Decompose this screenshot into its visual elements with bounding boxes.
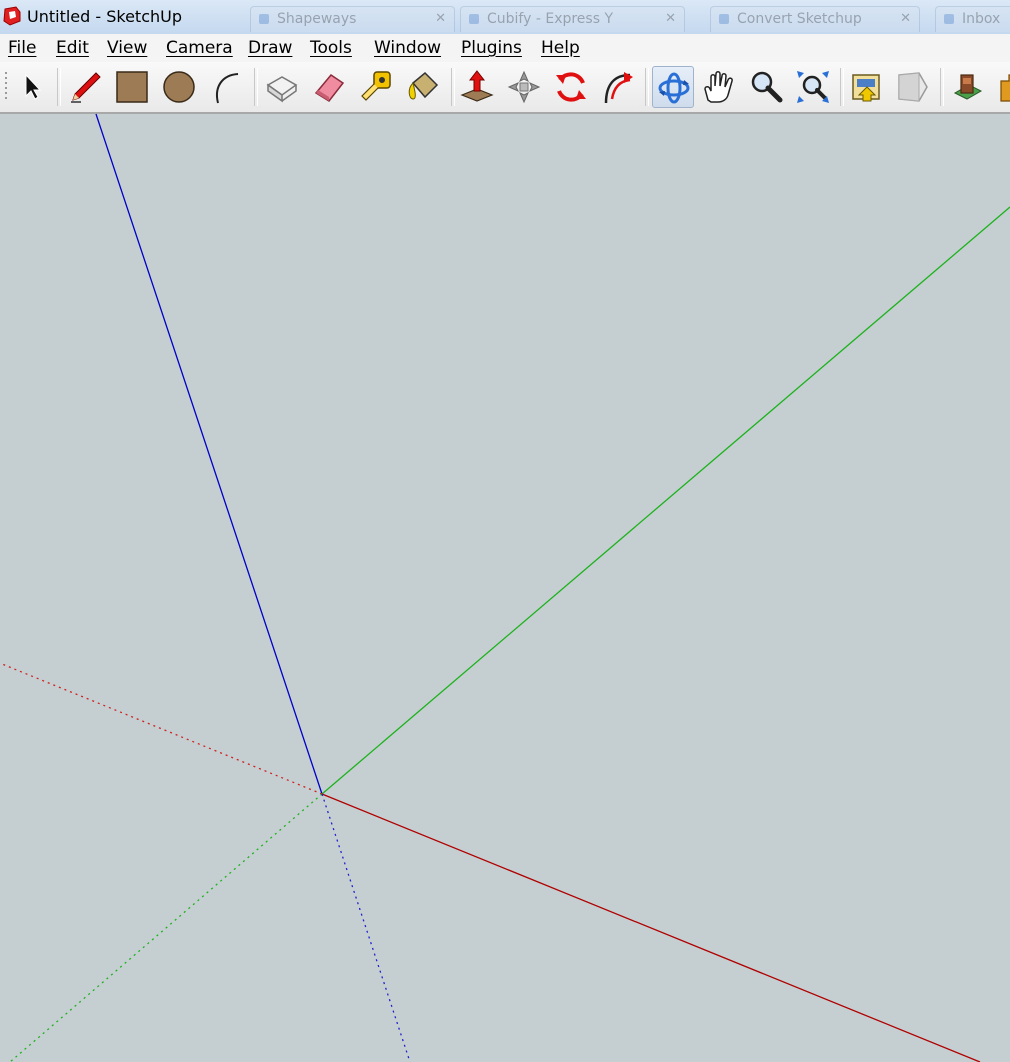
tab-favicon-icon	[719, 14, 729, 24]
tape-measure-tool-button[interactable]	[355, 66, 397, 108]
background-tab[interactable]: Cubify - Express Y ✕	[460, 6, 685, 32]
tab-close-icon[interactable]: ✕	[435, 11, 446, 26]
toolbar	[0, 62, 1010, 114]
tab-favicon-icon	[944, 14, 954, 24]
menu-edit[interactable]: Edit	[56, 38, 89, 58]
push-pull-icon	[460, 70, 494, 102]
get-photo-texture-button[interactable]	[992, 66, 1010, 108]
background-tab[interactable]: Inbox	[935, 6, 1010, 32]
toolbar-grip[interactable]	[4, 70, 8, 104]
rectangle-tool-button[interactable]	[111, 66, 153, 108]
background-tab-label: Shapeways	[277, 11, 357, 27]
circle-icon	[163, 71, 195, 103]
menu-tools[interactable]: Tools	[310, 38, 352, 58]
menu-camera[interactable]: Camera	[166, 38, 233, 58]
get-models-button[interactable]	[846, 66, 888, 108]
toolbar-separator	[254, 68, 258, 106]
share-model-icon	[898, 72, 928, 102]
extension-warehouse-icon	[953, 74, 983, 100]
drawing-viewport[interactable]	[0, 112, 1010, 1062]
menu-plugins[interactable]: Plugins	[461, 38, 522, 58]
move-icon	[507, 70, 541, 104]
follow-me-icon	[604, 72, 633, 104]
rotate-icon	[556, 72, 586, 102]
arc-tool-button[interactable]	[205, 66, 247, 108]
menu-window[interactable]: Window	[374, 38, 441, 58]
menu-view[interactable]: View	[107, 38, 147, 58]
menu-bar: File Edit View Camera Draw Tools Window …	[0, 34, 1010, 63]
zoom-icon	[751, 71, 783, 103]
get-models-icon	[852, 74, 880, 102]
tab-close-icon[interactable]: ✕	[665, 11, 676, 26]
toolbar-separator	[645, 68, 649, 106]
background-browser-tabs: Shapeways ✕ Cubify - Express Y ✕ Convert…	[190, 0, 1010, 34]
tab-favicon-icon	[469, 14, 479, 24]
toolbar-separator	[57, 68, 61, 106]
select-tool-button[interactable]	[10, 66, 52, 108]
window-title: Untitled - SketchUp	[27, 7, 183, 26]
orbit-tool-button[interactable]	[652, 66, 694, 108]
menu-file[interactable]: File	[8, 38, 36, 58]
circle-tool-button[interactable]	[158, 66, 200, 108]
zoom-tool-button[interactable]	[745, 66, 787, 108]
blue-axis-negative	[321, 793, 411, 1062]
blue-axis-positive	[95, 113, 323, 795]
red-axis-negative	[1, 663, 323, 795]
sketchup-logo-icon	[3, 6, 21, 26]
get-photo-texture-icon	[1000, 74, 1010, 102]
menu-draw[interactable]: Draw	[248, 38, 292, 58]
follow-me-tool-button[interactable]	[597, 66, 639, 108]
zoom-extents-button[interactable]	[792, 66, 834, 108]
pencil-line-icon	[71, 72, 101, 103]
toolbar-separator	[451, 68, 455, 106]
tab-close-icon[interactable]: ✕	[900, 11, 911, 26]
pan-hand-icon	[704, 71, 733, 103]
select-arrow-icon	[25, 73, 42, 100]
toolbar-separator	[940, 68, 944, 106]
make-component-icon	[266, 76, 298, 103]
zoom-extents-icon	[797, 71, 829, 103]
pan-tool-button[interactable]	[698, 66, 740, 108]
tab-favicon-icon	[259, 14, 269, 24]
background-tab[interactable]: Convert Sketchup ✕	[710, 6, 920, 32]
rotate-tool-button[interactable]	[550, 66, 592, 108]
green-axis-negative	[9, 793, 323, 1062]
background-tab-label: Inbox	[962, 11, 1001, 27]
eraser-tool-button[interactable]	[308, 66, 350, 108]
orbit-icon	[658, 72, 690, 104]
line-tool-button[interactable]	[64, 66, 106, 108]
background-tab-label: Convert Sketchup	[737, 11, 862, 27]
paint-bucket-tool-button[interactable]	[402, 66, 444, 108]
push-pull-tool-button[interactable]	[456, 66, 498, 108]
menu-help[interactable]: Help	[541, 38, 580, 58]
arc-icon	[216, 73, 239, 104]
background-tab[interactable]: Shapeways ✕	[250, 6, 455, 32]
paint-bucket-icon	[408, 71, 439, 100]
tape-measure-icon	[361, 71, 391, 101]
eraser-icon	[314, 74, 345, 102]
move-tool-button[interactable]	[503, 66, 545, 108]
axes-canvas	[1, 113, 1010, 1062]
title-bar: Untitled - SketchUp Shapeways ✕ Cubify -…	[0, 0, 1010, 34]
share-model-button[interactable]	[892, 66, 934, 108]
green-axis-positive	[321, 206, 1010, 795]
extension-warehouse-button[interactable]	[946, 66, 988, 108]
make-component-button[interactable]	[261, 66, 303, 108]
red-axis-positive	[321, 793, 981, 1062]
toolbar-separator	[840, 68, 844, 106]
rectangle-icon	[116, 71, 148, 103]
background-tab-label: Cubify - Express Y	[487, 11, 614, 27]
